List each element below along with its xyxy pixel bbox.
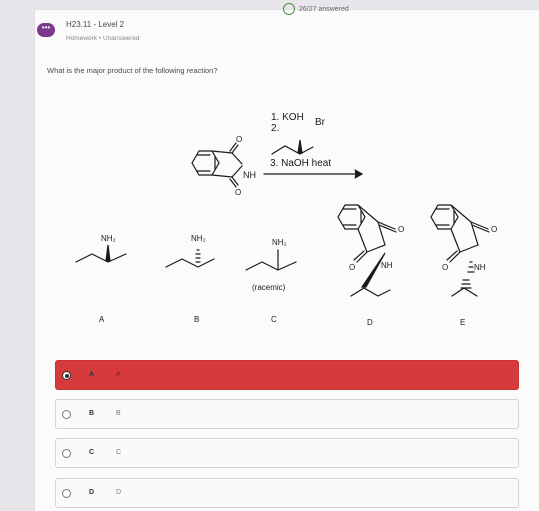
label-a: A <box>99 315 105 324</box>
choice-text: A <box>116 371 121 378</box>
structure-a-nh2: NH₂ <box>101 234 116 243</box>
structure-e <box>430 204 490 297</box>
choice-text: C <box>116 449 122 456</box>
radio-selected-icon[interactable] <box>62 371 71 380</box>
reagent-step3: 3. NaOH heat <box>270 158 331 169</box>
structure-e-nh: NH <box>474 263 486 272</box>
structure-d-o1: O <box>398 225 404 234</box>
choice-letter: C <box>89 449 95 456</box>
choice-text: B <box>116 410 121 417</box>
choice-letter: B <box>89 410 95 417</box>
reagent-step2: 2. <box>271 123 279 134</box>
phthalimide-structure <box>191 142 243 188</box>
phthalimide-nh: NH <box>243 170 256 180</box>
reaction-scheme: 1. KOH 2. Br 3. NaOH heat NH O O NH₂ NH₂… <box>75 112 497 327</box>
radio-icon[interactable] <box>62 410 71 419</box>
structure-e-o2: O <box>442 263 448 272</box>
structure-d <box>337 204 397 297</box>
choice-text: D <box>116 489 122 496</box>
structure-b <box>165 249 215 268</box>
radio-icon[interactable] <box>62 489 71 498</box>
phthalimide-o2: O <box>235 188 241 197</box>
structure-d-nh: NH <box>381 261 393 270</box>
structure-b-nh2: NH₂ <box>191 234 206 243</box>
answer-choice-b[interactable]: B B <box>55 399 519 429</box>
structure-d-o2: O <box>349 263 355 272</box>
structure-c-note: (racemic) <box>252 283 286 292</box>
answer-choice-d[interactable]: D D <box>55 478 519 508</box>
phthalimide-o1: O <box>236 135 242 144</box>
label-e: E <box>460 318 465 327</box>
label-c: C <box>271 315 277 324</box>
structure-a <box>75 244 127 263</box>
answer-choice-a[interactable]: A A <box>55 360 519 390</box>
structure-e-o1: O <box>491 225 497 234</box>
radio-icon[interactable] <box>62 449 71 458</box>
label-b: B <box>194 315 199 324</box>
label-d: D <box>367 318 373 327</box>
reagent-bromide: Br <box>315 117 326 128</box>
structure-c <box>245 249 297 271</box>
reagent-step1: 1. KOH <box>271 112 304 123</box>
choice-letter: A <box>89 371 95 378</box>
structure-c-nh2: NH₂ <box>272 238 287 247</box>
choice-letter: D <box>89 489 95 496</box>
answer-choice-c[interactable]: C C <box>55 438 519 468</box>
